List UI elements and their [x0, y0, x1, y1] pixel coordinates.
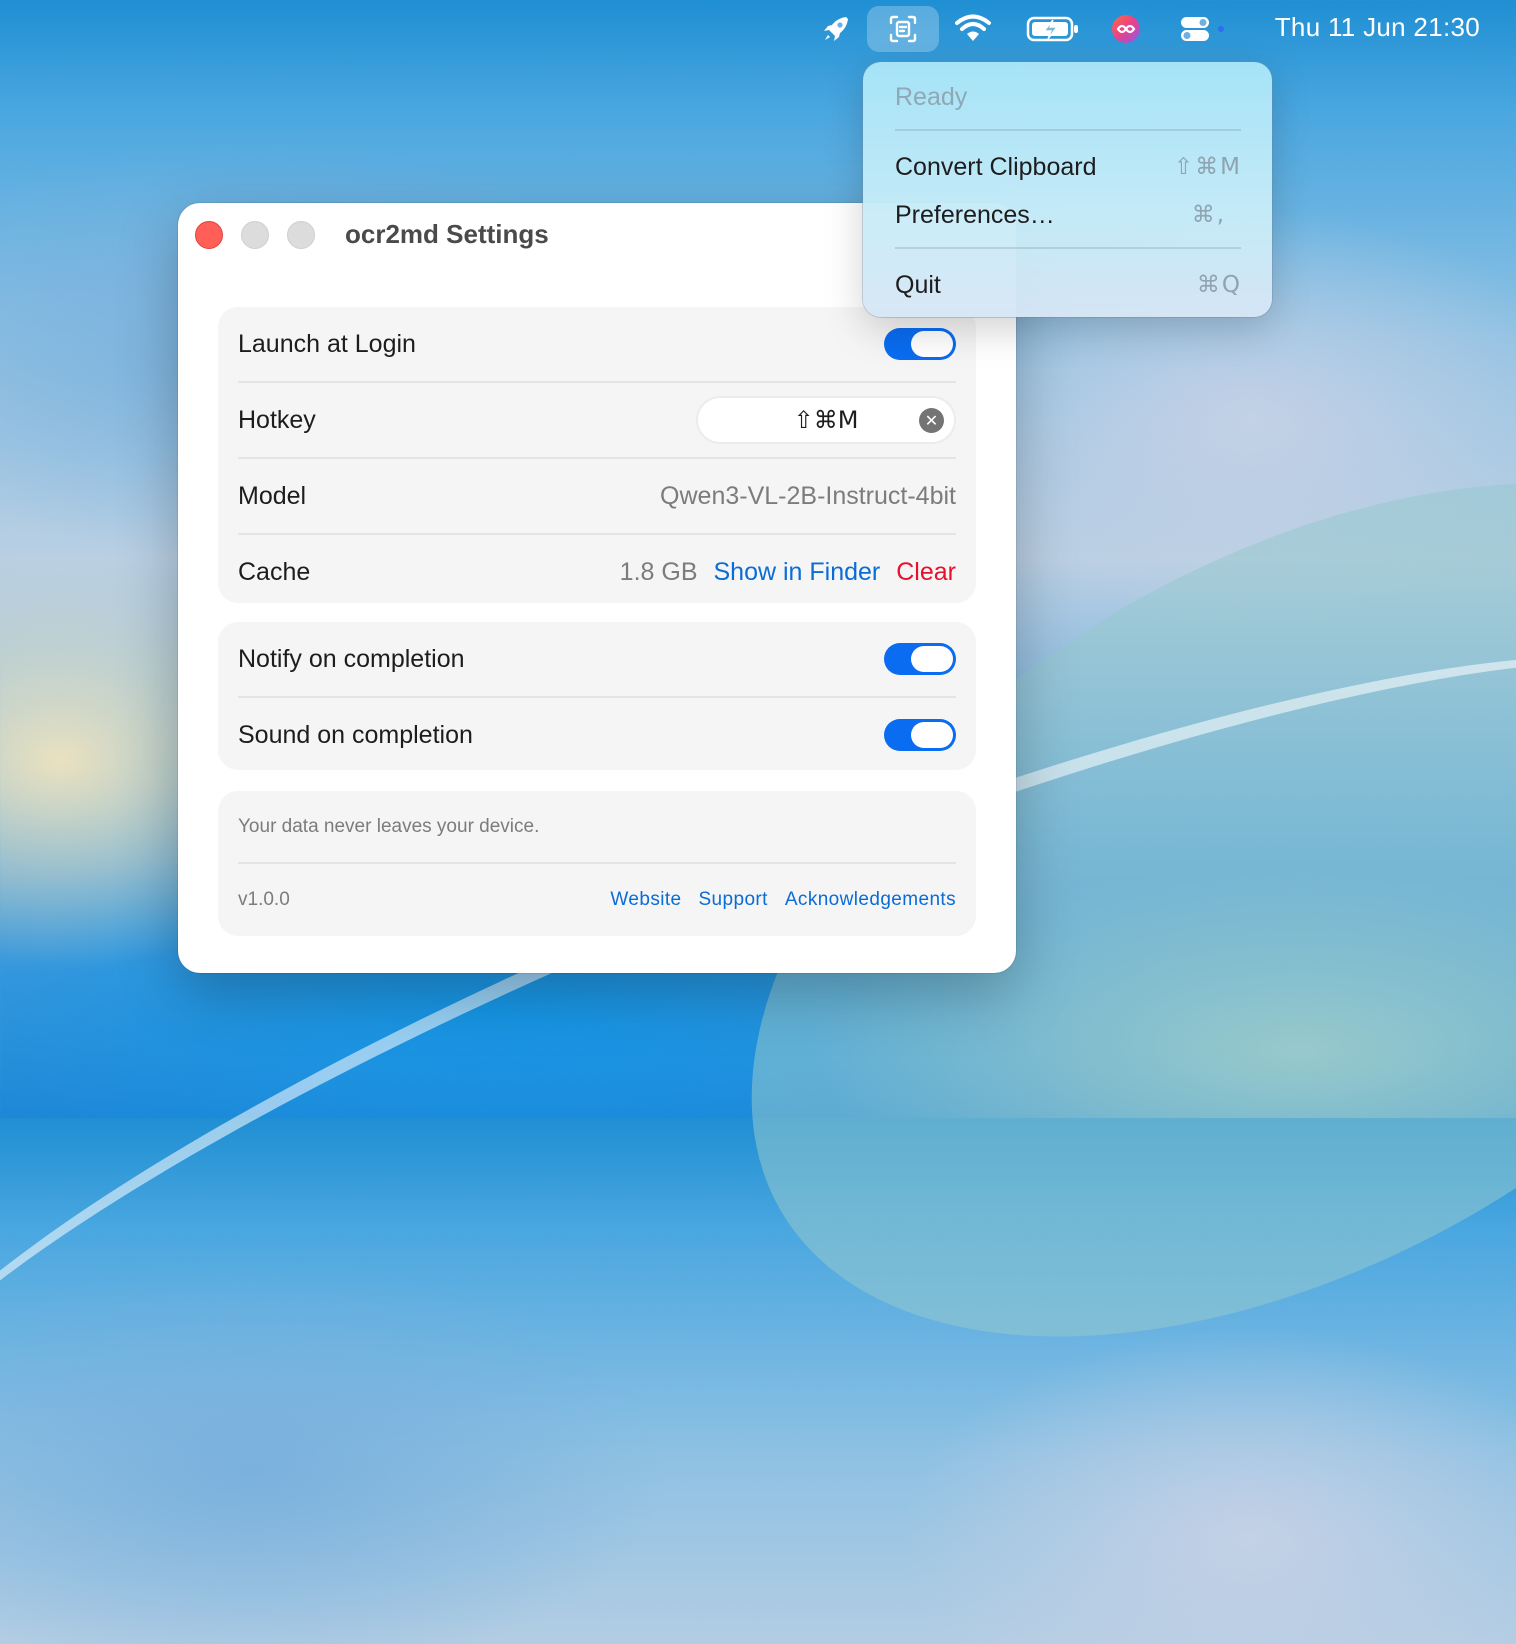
- status-menu: Ready Convert Clipboard ⇧⌘M Preferences……: [863, 62, 1272, 317]
- hotkey-label: Hotkey: [238, 405, 316, 434]
- sound-row: Sound on completion: [238, 698, 956, 772]
- notify-label: Notify on completion: [238, 644, 465, 673]
- menu-separator: [895, 129, 1241, 131]
- menu-item-shortcut: ⌘Q: [1196, 272, 1242, 298]
- cache-size: 1.8 GB: [619, 557, 698, 586]
- notification-settings-group: Notify on completion Sound on completion: [218, 622, 976, 770]
- toggle-knob: [911, 722, 953, 748]
- cache-label: Cache: [238, 557, 311, 586]
- notify-toggle[interactable]: [884, 643, 956, 675]
- settings-window: ocr2md Settings Launch at Login Hotkey ⇧…: [178, 203, 1016, 973]
- sound-label: Sound on completion: [238, 720, 473, 749]
- cache-row: Cache 1.8 GB Show in Finder Clear: [238, 535, 956, 609]
- toggle-knob: [911, 646, 953, 672]
- menu-separator: [895, 247, 1241, 249]
- sound-toggle[interactable]: [884, 719, 956, 751]
- close-window-button[interactable]: [195, 221, 223, 249]
- notify-row: Notify on completion: [238, 622, 956, 698]
- acknowledgements-link[interactable]: Acknowledgements: [785, 889, 956, 911]
- menu-status-label: Ready: [895, 80, 1242, 114]
- menu-item-label: Quit: [895, 270, 941, 299]
- about-group: Your data never leaves your device. v1.0…: [218, 791, 976, 936]
- minimize-window-button[interactable]: [241, 221, 269, 249]
- hotkey-value: ⇧⌘M: [793, 406, 859, 434]
- privacy-note: Your data never leaves your device.: [238, 815, 540, 837]
- zoom-window-button[interactable]: [287, 221, 315, 249]
- version-label: v1.0.0: [238, 889, 290, 910]
- general-settings-group: Launch at Login Hotkey ⇧⌘M ✕ Model Qwen3…: [218, 307, 976, 603]
- preferences-menu-item[interactable]: Preferences… ⌘,: [895, 197, 1242, 233]
- model-label: Model: [238, 481, 307, 510]
- convert-clipboard-menu-item[interactable]: Convert Clipboard ⇧⌘M: [895, 149, 1242, 185]
- hotkey-row: Hotkey ⇧⌘M ✕: [238, 383, 956, 459]
- window-title: ocr2md Settings: [345, 219, 549, 249]
- clear-cache-button[interactable]: Clear: [896, 558, 956, 587]
- support-link[interactable]: Support: [698, 889, 767, 911]
- app-logo-icon[interactable]: [1108, 6, 1144, 52]
- hotkey-recorder-field[interactable]: ⇧⌘M ✕: [696, 396, 956, 444]
- website-link[interactable]: Website: [610, 889, 681, 911]
- toggle-knob: [911, 331, 953, 357]
- privacy-row: Your data never leaves your device.: [238, 791, 956, 864]
- battery-charging-icon[interactable]: [1025, 6, 1081, 52]
- menu-item-shortcut: ⇧⌘M: [1173, 154, 1242, 180]
- rocket-icon[interactable]: [816, 6, 856, 52]
- footer-row: v1.0.0 Website Support Acknowledgements: [238, 864, 956, 936]
- menu-item-shortcut: ⌘,: [1191, 202, 1226, 228]
- menu-item-label: Convert Clipboard: [895, 152, 1097, 181]
- quit-menu-item[interactable]: Quit ⌘Q: [895, 267, 1242, 303]
- launch-at-login-row: Launch at Login: [238, 307, 956, 383]
- launch-at-login-label: Launch at Login: [238, 329, 416, 358]
- status-text: Ready: [895, 82, 968, 111]
- control-center-icon[interactable]: [1178, 6, 1228, 52]
- launch-at-login-toggle[interactable]: [884, 328, 956, 360]
- model-value: Qwen3-VL-2B-Instruct-4bit: [660, 481, 956, 510]
- clear-hotkey-icon[interactable]: ✕: [919, 408, 944, 433]
- menu-bar: Thu 11 Jun 21:30: [0, 0, 1516, 58]
- model-row: Model Qwen3-VL-2B-Instruct-4bit: [238, 459, 956, 535]
- menu-item-label: Preferences…: [895, 200, 1055, 229]
- wifi-icon[interactable]: [951, 6, 995, 52]
- show-in-finder-button[interactable]: Show in Finder: [714, 558, 881, 587]
- menu-bar-clock[interactable]: Thu 11 Jun 21:30: [1275, 12, 1480, 43]
- text-recognition-icon[interactable]: [867, 6, 939, 52]
